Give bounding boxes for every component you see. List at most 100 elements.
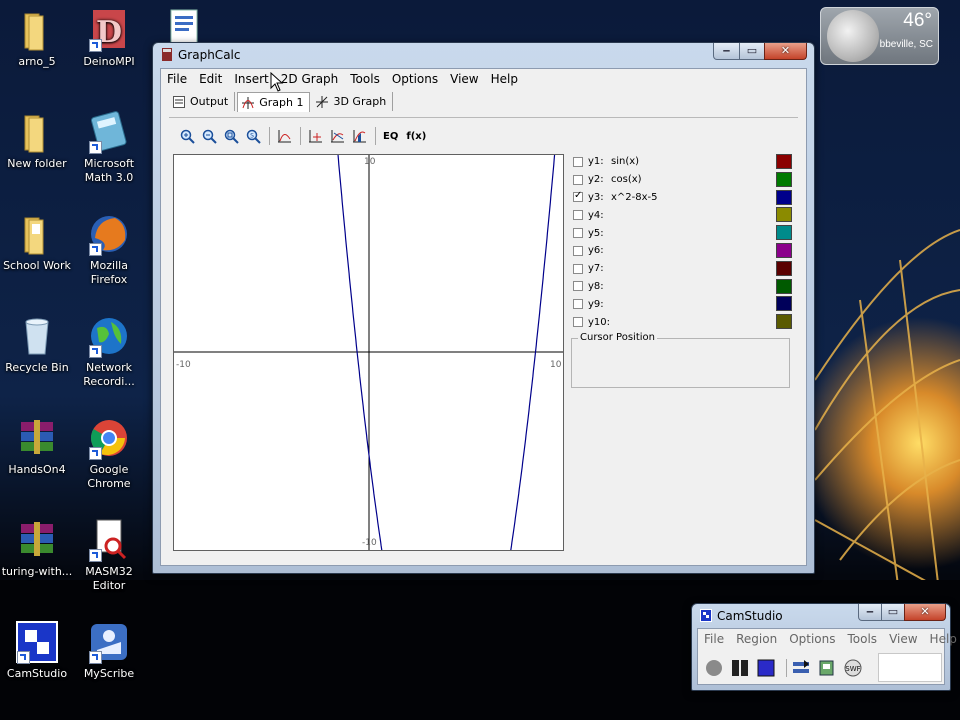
integral-icon — [352, 129, 366, 142]
minimize-button[interactable]: ‒ — [713, 43, 740, 60]
function-checkbox[interactable] — [573, 174, 583, 185]
menu-tools[interactable]: Tools — [842, 630, 884, 648]
zoom-standard-button[interactable]: S — [243, 126, 263, 146]
maximize-button[interactable]: ▭ — [881, 604, 905, 621]
desktop-icon[interactable]: New folder — [0, 110, 74, 171]
menu-region[interactable]: Region — [730, 630, 783, 648]
function-color-swatch[interactable] — [776, 154, 792, 169]
eq-button[interactable]: EQ — [380, 126, 401, 146]
record-button[interactable] — [704, 658, 724, 678]
function-row: y1: sin(x) — [571, 153, 801, 171]
weather-gadget[interactable]: 46° bbeville, SC — [820, 7, 939, 65]
camstudio-status-area — [878, 653, 942, 682]
tab-3d-graph[interactable]: 3D Graph — [312, 92, 394, 111]
fx-button[interactable]: f(x) — [403, 126, 429, 146]
menu-2d-graph[interactable]: 2D Graph — [275, 70, 345, 88]
record-icon — [706, 660, 722, 676]
menu-view[interactable]: View — [883, 630, 923, 648]
maximize-button[interactable]: ▭ — [739, 43, 765, 60]
function-expression[interactable]: sin(x) — [611, 156, 639, 167]
desktop-icon[interactable]: MASM32 Editor — [72, 518, 146, 593]
tab-graph-1[interactable]: Graph 1 — [237, 92, 311, 112]
function-checkbox[interactable] — [573, 245, 583, 256]
y-max-label: 10 — [364, 157, 376, 167]
function-checkbox[interactable] — [573, 317, 583, 328]
function-name: y8: — [588, 280, 604, 292]
tab-label: 3D Graph — [333, 95, 387, 108]
graph-plot-area[interactable]: 10 -10 10 -10 — [173, 154, 564, 551]
moon-icon — [827, 10, 879, 62]
derivative-button[interactable] — [327, 126, 347, 146]
desktop-icon[interactable]: Recycle Bin — [0, 314, 74, 375]
zoom-box-button[interactable] — [221, 126, 241, 146]
function-color-swatch[interactable] — [776, 242, 792, 258]
function-color-swatch[interactable] — [776, 260, 792, 276]
menu-insert[interactable]: Insert — [228, 70, 274, 88]
function-expression[interactable]: x^2-8x-5 — [611, 192, 658, 203]
close-button[interactable]: ✕ — [904, 604, 946, 621]
menu-help[interactable]: Help — [485, 70, 524, 88]
function-color-swatch[interactable] — [776, 314, 792, 330]
desktop-icon[interactable]: School Work — [0, 212, 74, 273]
function-color-swatch[interactable] — [776, 225, 792, 241]
menu-view[interactable]: View — [444, 70, 484, 88]
function-color-swatch[interactable] — [776, 207, 792, 223]
function-expression[interactable]: cos(x) — [611, 174, 642, 185]
desktop-icon[interactable]: Google Chrome — [72, 416, 146, 491]
swf-button[interactable]: SWF — [843, 658, 863, 678]
tab-output[interactable]: Output — [169, 92, 236, 111]
autopan-button[interactable] — [791, 658, 811, 678]
desktop-icon[interactable]: CamStudio — [0, 620, 74, 681]
camstudio-window[interactable]: CamStudio ‒ ▭ ✕ File Region Options Tool… — [691, 603, 957, 691]
zoom-in-button[interactable] — [177, 126, 197, 146]
desktop-icon-label: arno_5 — [18, 55, 56, 68]
stop-icon — [757, 659, 775, 677]
desktop-icon[interactable]: D DeinoMPI — [72, 8, 146, 69]
desktop-icon[interactable]: arno_5 — [0, 8, 74, 69]
function-checkbox[interactable] — [573, 281, 583, 292]
desktop-icon[interactable]: MyScribe — [72, 620, 146, 681]
trace-icon — [308, 129, 322, 142]
desktop-icon[interactable]: turing-with... — [0, 518, 74, 579]
desktop-icon-label: Recycle Bin — [5, 361, 69, 374]
menu-tools[interactable]: Tools — [344, 70, 386, 88]
graph-window-button[interactable] — [274, 126, 294, 146]
stop-button[interactable] — [756, 658, 776, 678]
menu-options[interactable]: Options — [783, 630, 841, 648]
function-checkbox[interactable] — [573, 299, 583, 310]
menu-options[interactable]: Options — [386, 70, 444, 88]
function-checkbox[interactable] — [573, 228, 583, 239]
function-checkbox[interactable] — [573, 210, 583, 221]
title-bar[interactable]: CamStudio ‒ ▭ ✕ — [692, 604, 950, 628]
weather-city: bbeville, SC — [879, 39, 933, 50]
maximize-icon: ▭ — [746, 44, 758, 57]
minimize-button[interactable]: ‒ — [858, 604, 882, 621]
menu-edit[interactable]: Edit — [193, 70, 228, 88]
svg-text:S: S — [250, 132, 254, 139]
function-color-swatch[interactable] — [776, 278, 792, 294]
trace-button[interactable] — [305, 126, 325, 146]
menu-file[interactable]: File — [161, 70, 193, 88]
function-color-swatch[interactable] — [776, 189, 792, 205]
menu-help[interactable]: Help — [924, 630, 960, 648]
function-checkbox[interactable] — [573, 263, 583, 274]
function-color-swatch[interactable] — [776, 171, 792, 187]
function-checkbox[interactable] — [573, 156, 583, 167]
graphcalc-window[interactable]: GraphCalc ‒ ▭ ✕ File Edit Insert 2D Grap… — [152, 42, 815, 574]
desktop-icon[interactable]: HandsOn4 — [0, 416, 74, 477]
function-checkbox[interactable] — [573, 190, 583, 203]
title-bar[interactable]: GraphCalc ‒ ▭ ✕ — [153, 43, 814, 67]
folder-icon — [24, 115, 44, 153]
desktop-icon[interactable]: Microsoft Math 3.0 — [72, 110, 146, 185]
annotation-button[interactable] — [817, 658, 837, 678]
function-color-swatch[interactable] — [776, 296, 792, 312]
integral-button[interactable] — [349, 126, 369, 146]
desktop-icon[interactable]: Mozilla Firefox — [72, 212, 146, 287]
pause-button[interactable] — [730, 658, 750, 678]
zoom-out-button[interactable] — [199, 126, 219, 146]
close-button[interactable]: ✕ — [764, 43, 807, 60]
camstudio-client-area: File Region Options Tools View Help SWF — [697, 628, 957, 685]
menu-bar: File Region Options Tools View Help — [698, 629, 957, 649]
desktop-icon[interactable]: Network Recordi... — [72, 314, 146, 389]
menu-file[interactable]: File — [698, 630, 730, 648]
